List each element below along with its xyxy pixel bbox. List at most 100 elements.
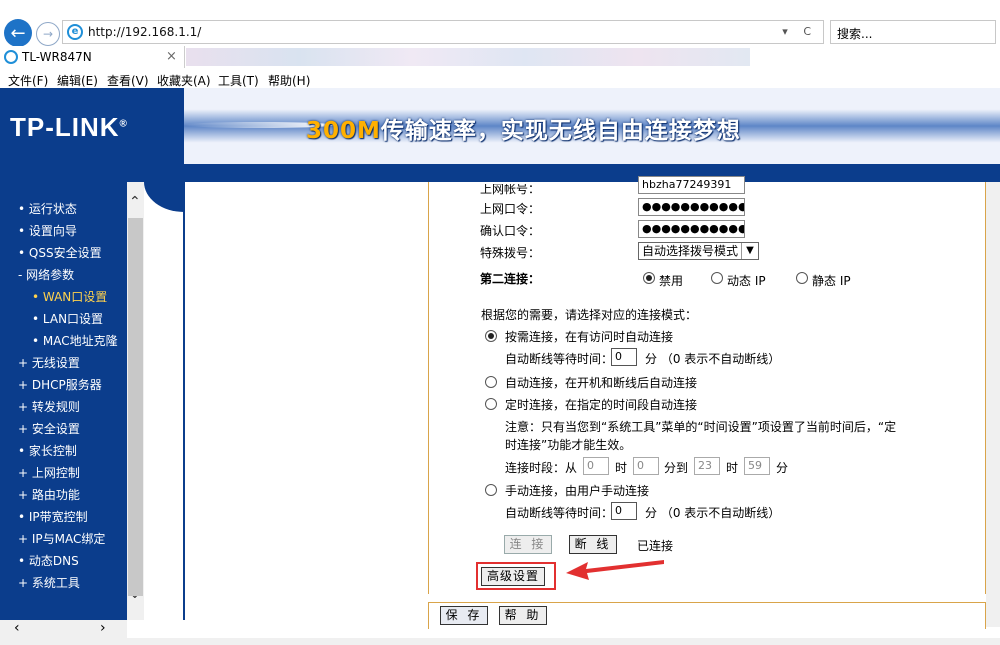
- sidebar-item-qss[interactable]: • QSS安全设置: [18, 244, 102, 261]
- period-to-label: 分到: [664, 461, 689, 475]
- sidebar-item-status[interactable]: • 运行状态: [18, 200, 77, 217]
- confirm-password-label: 确认口令：: [480, 224, 541, 238]
- timed-note-line1: 注意：只有当您到“系统工具”菜单的“时间设置”项设置了当前时间后，“定: [505, 420, 897, 434]
- menu-file[interactable]: 文件(F): [8, 72, 48, 89]
- ie-icon: e: [67, 24, 83, 40]
- logo-text: TP-LINK: [10, 112, 120, 142]
- tab-close-icon[interactable]: ×: [166, 49, 177, 64]
- menu-bar: 文件(F) 编辑(E) 查看(V) 收藏夹(A) 工具(T) 帮助(H): [0, 69, 1000, 88]
- sidebar-item-access-control[interactable]: + 上网控制: [18, 464, 80, 481]
- period-to-hour-input[interactable]: 23: [694, 457, 720, 475]
- sidebar-item-ddns[interactable]: • 动态DNS: [18, 552, 79, 569]
- password-input[interactable]: ●●●●●●●●●●●●●: [638, 198, 745, 216]
- second-disable-label: 禁用: [659, 274, 684, 288]
- slogan-text: 传输速率，实现无线自由连接梦想: [380, 118, 741, 144]
- menu-edit[interactable]: 编辑(E): [57, 72, 98, 89]
- manual-connect-label: 手动连接，由用户手动连接: [505, 484, 650, 498]
- curve-shape: [144, 182, 184, 212]
- sidebar-item-wan[interactable]: • WAN口设置: [32, 288, 107, 305]
- period-from-hour-input[interactable]: 0: [583, 457, 609, 475]
- special-dial-select[interactable]: 自动选择拨号模式 ▼: [638, 242, 759, 260]
- sidebar-item-wireless[interactable]: + 无线设置: [18, 354, 80, 371]
- second-static-ip-radio[interactable]: [796, 272, 808, 284]
- refresh-icon[interactable]: ▾ C: [782, 25, 817, 38]
- header-bar: [0, 164, 1000, 182]
- sidebar-item-forwarding[interactable]: + 转发规则: [18, 398, 80, 415]
- ie-favicon-icon: [4, 50, 18, 64]
- idle-time-unit: 分 （0 表示不自动断线）: [645, 352, 781, 366]
- forward-button[interactable]: →: [36, 22, 60, 46]
- sidebar-item-system-tools[interactable]: + 系统工具: [18, 574, 80, 591]
- frame-divider: [183, 182, 185, 620]
- account-input[interactable]: hbzha77249391: [638, 176, 745, 194]
- sidebar-item-ip-mac[interactable]: + IP与MAC绑定: [18, 530, 105, 547]
- arrow-right-icon: →: [42, 27, 54, 41]
- horizontal-scrollbar[interactable]: ‹ ›: [0, 620, 127, 638]
- connect-button[interactable]: 连 接: [504, 535, 552, 554]
- slogan-number: 300M: [306, 118, 381, 144]
- idle-time-label: 自动断线等待时间：: [505, 352, 614, 366]
- period-hour-unit: 时: [615, 461, 628, 475]
- sidebar-curve: [144, 182, 184, 620]
- sidebar: • 运行状态 • 设置向导 • QSS安全设置 - 网络参数 • WAN口设置 …: [0, 182, 127, 620]
- sidebar-item-routing[interactable]: + 路由功能: [18, 486, 80, 503]
- auto-connect-radio[interactable]: [485, 376, 497, 388]
- second-disable-radio[interactable]: [643, 272, 655, 284]
- disconnect-button[interactable]: 断 线: [569, 535, 617, 554]
- special-dial-value: 自动选择拨号模式: [642, 244, 739, 258]
- chevron-down-icon: ▼: [741, 243, 758, 259]
- timed-connect-radio[interactable]: [485, 398, 497, 410]
- arrow-left-icon: ←: [10, 22, 26, 44]
- sidebar-item-security[interactable]: + 安全设置: [18, 420, 80, 437]
- demand-connect-radio[interactable]: [485, 330, 497, 342]
- idle-time-label-2: 自动断线等待时间：: [505, 506, 614, 520]
- timed-connect-label: 定时连接，在指定的时间段自动连接: [505, 398, 698, 412]
- blurred-tabs: [186, 48, 750, 66]
- tab-title: TL-WR847N: [22, 50, 92, 64]
- second-connection-label: 第二连接：: [480, 272, 541, 286]
- period-minute-unit: 分: [776, 461, 789, 475]
- back-button[interactable]: ←: [4, 19, 32, 47]
- sidebar-item-mac-clone[interactable]: • MAC地址克隆: [32, 332, 118, 349]
- search-input[interactable]: 搜索...: [830, 20, 996, 44]
- menu-tools[interactable]: 工具(T): [218, 72, 259, 89]
- chevron-left-icon[interactable]: ‹: [14, 620, 20, 636]
- sidebar-item-network[interactable]: - 网络参数: [18, 266, 74, 283]
- menu-favorites[interactable]: 收藏夹(A): [157, 72, 211, 89]
- auto-connect-label: 自动连接，在开机和断线后自动连接: [505, 376, 698, 390]
- sidebar-item-wizard[interactable]: • 设置向导: [18, 222, 77, 239]
- period-label: 连接时段：从: [505, 461, 578, 475]
- menu-view[interactable]: 查看(V): [107, 72, 149, 89]
- browser-tab[interactable]: TL-WR847N ×: [0, 46, 185, 68]
- confirm-password-input[interactable]: ●●●●●●●●●●●●●: [638, 220, 745, 238]
- sidebar-item-bandwidth[interactable]: • IP带宽控制: [18, 508, 88, 525]
- second-dynamic-ip-radio[interactable]: [711, 272, 723, 284]
- special-dial-label: 特殊拨号：: [480, 246, 541, 260]
- main-scrollbar[interactable]: [986, 182, 1000, 627]
- address-bar[interactable]: e http://192.168.1.1/ ▾ C: [62, 20, 824, 44]
- status-bar: [0, 638, 1000, 645]
- period-to-minute-input[interactable]: 59: [744, 457, 770, 475]
- menu-help[interactable]: 帮助(H): [268, 72, 310, 89]
- second-static-ip-label: 静态 IP: [812, 274, 851, 288]
- sidebar-scroll-thumb[interactable]: [128, 218, 143, 596]
- advanced-settings-button[interactable]: 高级设置: [481, 567, 545, 586]
- sidebar-item-parental[interactable]: • 家长控制: [18, 442, 77, 459]
- password-label: 上网口令：: [480, 202, 541, 216]
- chevron-up-icon[interactable]: ⌃: [129, 194, 141, 210]
- timed-note-line2: 时连接”功能才能生效。: [505, 438, 632, 452]
- sidebar-item-dhcp[interactable]: + DHCP服务器: [18, 376, 102, 393]
- manual-connect-radio[interactable]: [485, 484, 497, 496]
- arrow-annotation-icon: [566, 560, 664, 580]
- logo-mark: ®: [119, 118, 128, 130]
- help-button[interactable]: 帮 助: [499, 606, 547, 625]
- idle-time-input[interactable]: 0: [611, 348, 637, 366]
- demand-connect-label: 按需连接，在有访问时自动连接: [505, 330, 674, 344]
- slogan: 300M传输速率，实现无线自由连接梦想: [306, 111, 741, 145]
- idle-time-input-2[interactable]: 0: [611, 502, 637, 520]
- chevron-right-icon[interactable]: ›: [100, 620, 106, 636]
- connection-status: 已连接: [637, 539, 674, 553]
- period-from-minute-input[interactable]: 0: [633, 457, 659, 475]
- sidebar-item-lan[interactable]: • LAN口设置: [32, 310, 103, 327]
- save-button[interactable]: 保 存: [440, 606, 488, 625]
